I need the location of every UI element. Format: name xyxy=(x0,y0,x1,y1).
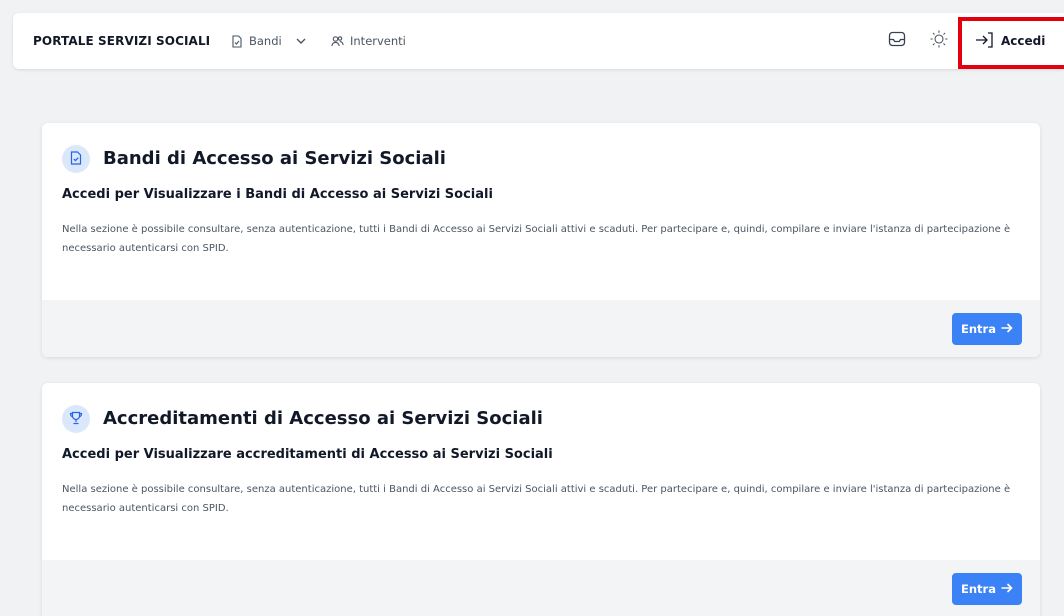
users-icon xyxy=(331,35,344,47)
card-subtitle: Accedi per Visualizzare accreditamenti d… xyxy=(62,447,553,462)
theme-toggle-button[interactable] xyxy=(927,29,951,53)
enter-button[interactable]: Entra xyxy=(952,313,1022,345)
arrow-right-icon xyxy=(1001,582,1013,596)
sun-icon xyxy=(929,29,949,53)
nav-item-label: Interventi xyxy=(350,34,406,48)
brand-title[interactable]: PORTALE SERVIZI SOCIALI xyxy=(33,13,210,69)
card-title: Accreditamenti di Accesso ai Servizi Soc… xyxy=(103,408,543,429)
card-footer: Entra xyxy=(42,300,1040,357)
card-bandi: Bandi di Accesso ai Servizi Sociali Acce… xyxy=(42,123,1040,357)
chevron-down-icon[interactable] xyxy=(296,38,306,45)
enter-button[interactable]: Entra xyxy=(952,573,1022,605)
card-icon-wrap xyxy=(62,405,90,433)
card-subtitle: Accedi per Visualizzare i Bandi di Acces… xyxy=(62,187,493,202)
card-body: Accreditamenti di Accesso ai Servizi Soc… xyxy=(42,383,1040,560)
trophy-icon xyxy=(69,410,83,429)
nav-item-label: Bandi xyxy=(249,34,282,48)
card-body: Bandi di Accesso ai Servizi Sociali Acce… xyxy=(42,123,1040,300)
enter-button-label: Entra xyxy=(961,582,996,596)
card-description: Nella sezione è possibile consultare, se… xyxy=(62,484,1011,514)
card-footer: Entra xyxy=(42,560,1040,616)
card-icon-wrap xyxy=(62,145,90,173)
top-navbar: PORTALE SERVIZI SOCIALI Bandi Interventi xyxy=(13,13,1064,69)
card-title: Bandi di Accesso ai Servizi Sociali xyxy=(103,148,446,169)
card-accreditamenti: Accreditamenti di Accesso ai Servizi Soc… xyxy=(42,383,1040,616)
nav-item-bandi[interactable]: Bandi xyxy=(231,13,306,69)
inbox-button[interactable] xyxy=(885,29,909,53)
login-label: Accedi xyxy=(1001,34,1046,48)
inbox-icon xyxy=(888,30,906,52)
card-description: Nella sezione è possibile consultare, se… xyxy=(62,224,1011,254)
login-arrow-icon xyxy=(975,31,995,52)
nav-item-interventi[interactable]: Interventi xyxy=(331,13,406,69)
arrow-right-icon xyxy=(1001,322,1013,336)
enter-button-label: Entra xyxy=(961,322,996,336)
document-icon xyxy=(70,150,82,169)
login-button[interactable]: Accedi xyxy=(975,13,1045,69)
document-icon xyxy=(231,34,243,48)
